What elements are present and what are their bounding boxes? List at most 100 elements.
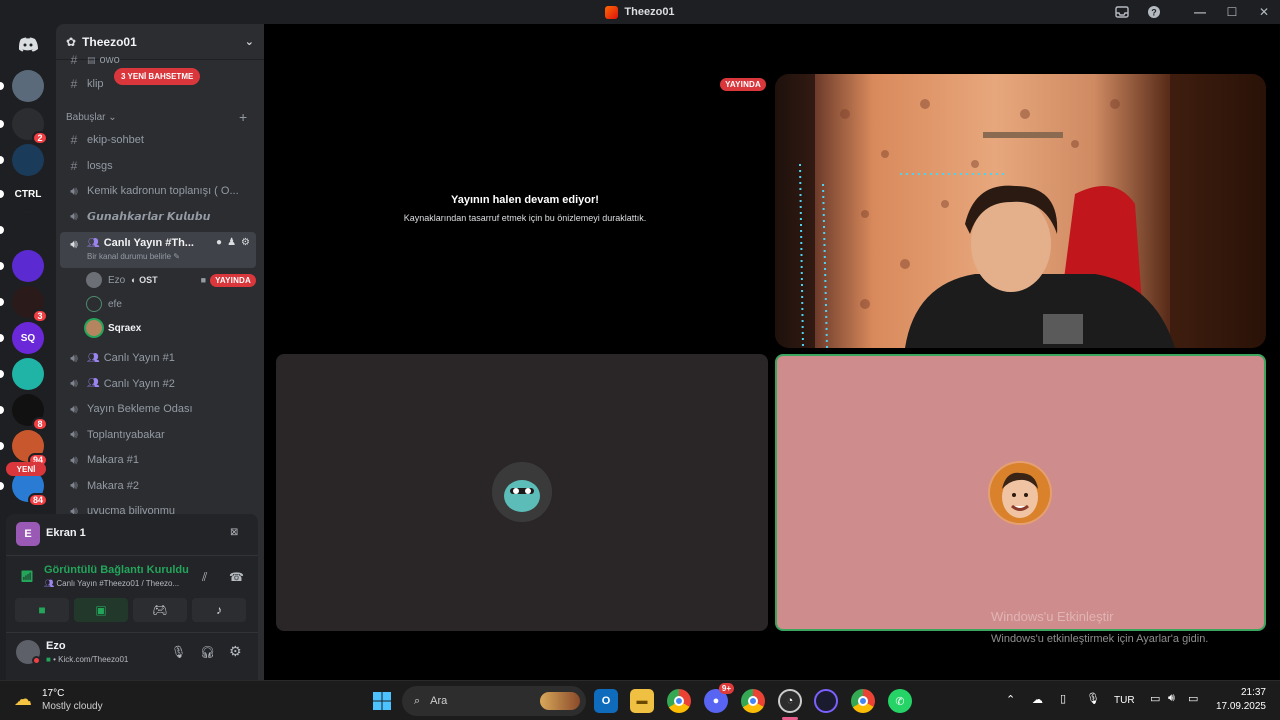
server-icon: SQ — [12, 322, 44, 354]
server-dice[interactable]: 2 — [0, 108, 48, 145]
server-purple[interactable] — [0, 250, 44, 282]
soundboard-icon: ♪ — [216, 603, 222, 617]
server-sonic[interactable] — [0, 144, 44, 176]
live-badge: YAYINDA — [210, 273, 256, 287]
server-label: SQ — [20, 332, 36, 344]
chat-icon[interactable]: ● — [216, 237, 222, 248]
participant-tile-efe[interactable] — [276, 354, 768, 631]
battery-icon[interactable]: ▭ — [1188, 692, 1198, 705]
camera-button[interactable]: ■ — [15, 598, 69, 622]
hash-icon: # — [70, 77, 78, 91]
help-icon[interactable]: ? — [1138, 0, 1170, 24]
screen-share-button[interactable]: ▣ — [74, 598, 128, 622]
clock-date[interactable]: 17.09.2025 — [1210, 701, 1266, 712]
voice-user-name: Sqraex — [108, 322, 142, 334]
add-channel-icon[interactable]: + — [239, 109, 247, 125]
user-settings-icon[interactable]: ⚙ — [229, 643, 242, 660]
volume-icon[interactable]: 🔊︎ — [1168, 692, 1175, 705]
channel-item[interactable]: 🔊︎ 👥︎ Canlı Yayın #1 — [60, 346, 256, 370]
hash-icon: # — [70, 133, 78, 147]
start-button[interactable] — [370, 689, 394, 713]
unread-pill — [0, 334, 4, 342]
taskbar-search[interactable]: ⌕ Ara — [402, 686, 586, 716]
stream-tile-paused[interactable]: YAYINDA Yayının halen devam ediyor! Kayn… — [276, 74, 774, 350]
voice-user-efe[interactable]: efe — [86, 294, 122, 314]
discord-taskbar-icon[interactable]: ● 9+ — [704, 683, 734, 713]
inbox-icon[interactable] — [1106, 0, 1138, 24]
usb-icon[interactable]: ▯ — [1060, 692, 1066, 705]
voice-user-ezo[interactable]: Ezo ◐ OST ■ YAYINDA — [86, 270, 256, 290]
channel-item[interactable]: 🔊︎ 👥︎ Canlı Yayın #2 — [60, 372, 256, 396]
channel-item[interactable]: 🔊︎ Kemik kadronun toplanışı ( O... — [60, 179, 256, 203]
stop-share-icon[interactable]: ⊠ — [230, 527, 238, 538]
language-indicator[interactable]: TUR — [1114, 695, 1135, 706]
channel-live-active[interactable]: 🔊︎ 👥︎ Canlı Yayın #Th... Bir kanal durum… — [60, 232, 256, 268]
tray-chevron-up-icon[interactable]: ⌃ — [1006, 693, 1015, 706]
server-teal[interactable] — [0, 358, 44, 390]
connection-status[interactable]: Görüntülü Bağlantı Kuruldu — [44, 564, 189, 576]
close-button[interactable]: ✕ — [1248, 0, 1280, 24]
guild-name: Theezo01 — [82, 34, 137, 49]
clock-time[interactable]: 21:37 — [1210, 687, 1266, 698]
noise-suppression-icon[interactable]: ⫽ — [202, 570, 207, 585]
channel-item[interactable]: 🔊︎ Yayın Bekleme Odası — [60, 397, 256, 421]
voice-user-sqraex[interactable]: Sqraex — [86, 318, 141, 338]
mic-icon[interactable]: 🎙︎ — [171, 645, 186, 659]
chrome-icon[interactable] — [667, 689, 691, 713]
maximize-button[interactable]: ☐ — [1216, 0, 1248, 24]
server-avatar-1[interactable] — [0, 70, 44, 102]
avatar — [86, 272, 102, 288]
channel-item[interactable]: 🔊︎ Toplantıyabakar — [60, 423, 256, 447]
server-food[interactable]: 94 — [0, 430, 48, 467]
channel-settings-icon[interactable]: ⚙ — [241, 237, 250, 248]
home-button[interactable] — [12, 28, 44, 60]
channel-owo[interactable]: # ▤ owo — [60, 52, 256, 68]
server-green[interactable] — [0, 214, 44, 246]
unread-pill — [0, 190, 4, 198]
soundboard-button[interactable]: ♪ — [192, 598, 246, 622]
headphones-icon[interactable]: 🎧︎ — [200, 645, 215, 659]
mic-tray-icon[interactable]: 🎙︎ — [1086, 692, 1100, 705]
server-spider[interactable]: 8 — [0, 394, 48, 431]
new-mentions-pill[interactable]: 3 YENİ BAHSETME — [114, 68, 201, 85]
participant-tile-sqraex[interactable] — [775, 354, 1266, 631]
chrome-profile2-icon[interactable] — [851, 689, 875, 713]
obs-icon[interactable]: ◔ — [778, 689, 802, 713]
call-stage: YAYINDA Yayının halen devam ediyor! Kayn… — [264, 24, 1280, 680]
channel-item[interactable]: # ekip-sohbet — [60, 128, 256, 152]
speaker-icon: 🔊︎ — [70, 452, 78, 467]
user-name[interactable]: Ezo — [46, 640, 66, 652]
channel-item[interactable]: 🔊︎ 𝙂𝙪𝙣𝙖𝙝𝙠𝙖𝙧𝙡𝙖𝙧 𝙆𝙪𝙡𝙪𝙗𝙪 — [60, 205, 256, 229]
server-new[interactable]: 84 YENİ — [0, 462, 48, 507]
channel-item[interactable]: 🔊︎ Makara #1 — [60, 448, 256, 472]
network-icon[interactable]: ▭ — [1150, 692, 1160, 705]
whatsapp-icon[interactable]: ✆ — [888, 689, 912, 713]
channel-item[interactable]: # losgs — [60, 154, 256, 178]
server-ctrl[interactable]: CTRL — [0, 178, 44, 210]
disconnect-icon[interactable]: ☎ — [229, 570, 244, 584]
app-circle-icon[interactable] — [814, 689, 838, 713]
file-explorer-icon[interactable]: ▬ — [630, 689, 654, 713]
activities-button[interactable]: 🎮︎ — [133, 598, 187, 622]
windows-taskbar: ☁ 17°C Mostly cloudy ⌕ Ara O ▬ ● 9+ ◔ ✆ … — [0, 680, 1280, 720]
unread-pill — [0, 262, 4, 270]
server-f[interactable]: 3 — [0, 286, 48, 323]
minimize-button[interactable]: — — [1184, 0, 1216, 24]
chrome-profile-icon[interactable] — [741, 689, 765, 713]
outlook-icon[interactable]: O — [594, 689, 618, 713]
weather-desc[interactable]: Mostly cloudy — [42, 701, 103, 712]
cloud-off-icon[interactable]: ☁ — [1032, 693, 1043, 706]
connection-channel[interactable]: 👥︎ Canlı Yayın #Theezo01 / Theezo... — [44, 579, 179, 588]
channel-item[interactable]: 🔊︎ Makara #2 — [60, 474, 256, 498]
voice-user-name: Ezo — [108, 274, 126, 286]
channel-label: ekip-sohbet — [87, 134, 144, 146]
webcam-tile[interactable] — [775, 74, 1266, 348]
weather-icon[interactable]: ☁ — [14, 689, 32, 710]
invite-icon[interactable]: ♟ — [227, 237, 236, 248]
channel-status[interactable]: Bir kanal durumu belirle ✎ — [87, 252, 194, 261]
server-sq[interactable]: SQ — [0, 322, 44, 354]
category-header[interactable]: Babuşlar ⌄ — [66, 112, 117, 123]
chevron-down-icon: ⌄ — [108, 112, 117, 123]
chevron-down-icon: ⌄ — [244, 36, 254, 48]
weather-temp[interactable]: 17°C — [42, 688, 64, 699]
